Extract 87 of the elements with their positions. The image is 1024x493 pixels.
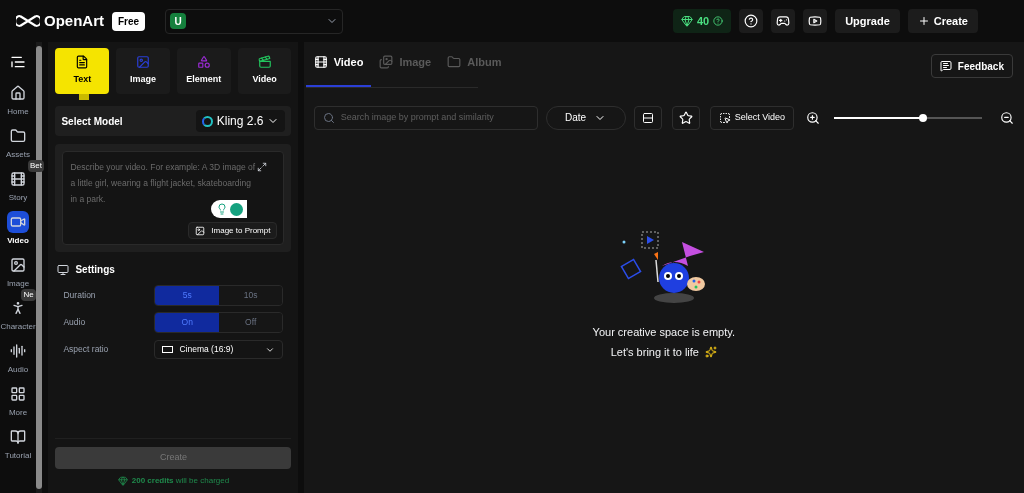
discord-button[interactable]	[771, 9, 796, 33]
audio-wave-icon[interactable]	[10, 343, 26, 359]
image-icon	[195, 225, 206, 236]
book-icon[interactable]	[10, 429, 26, 445]
setting-label: Duration	[63, 289, 97, 302]
shapes-icon	[196, 55, 211, 70]
sidebar-item[interactable]: Character	[0, 321, 36, 333]
image-to-prompt-button[interactable]: Image to Prompt	[188, 222, 278, 239]
setting-label: Aspect ratio	[63, 343, 110, 356]
credits-badge[interactable]: 40	[672, 9, 732, 33]
person-icon[interactable]	[10, 300, 26, 316]
model-logo-icon	[201, 115, 213, 127]
empty-state-title: Your creative space is empty.	[592, 324, 736, 340]
sidebar-badge: Ne	[21, 289, 36, 301]
search-field[interactable]: Search image by prompt and similarity	[313, 105, 538, 130]
prompt-input[interactable]: Describe your video. For example: A 3D image of a little girl, wearing a flight jacket, skateboarding in a park.	[70, 159, 260, 215]
slider-thumb[interactable]	[918, 113, 927, 122]
plus-icon	[917, 15, 930, 27]
gamepad-icon	[776, 14, 791, 28]
rows-icon	[641, 111, 654, 124]
logo-text: OpenArt	[44, 10, 104, 31]
tab-pointer-icon	[79, 94, 90, 100]
video-stack-icon	[313, 55, 328, 70]
search-icon	[322, 111, 335, 124]
select-model-label: Select Model	[61, 114, 123, 129]
folder-icon[interactable]	[10, 128, 26, 144]
sidebar-item[interactable]: Home	[7, 106, 29, 118]
video-button[interactable]	[803, 9, 828, 33]
film-reel-icon[interactable]	[10, 171, 26, 187]
help-button[interactable]	[739, 9, 764, 33]
rectangle-icon	[162, 346, 174, 353]
sidebar-item[interactable]: Story	[8, 192, 28, 204]
setting-label: Audio	[63, 316, 87, 329]
help-icon	[744, 14, 759, 28]
sidebar-item[interactable]: Assets	[6, 149, 30, 161]
settings-monitor-icon	[57, 263, 70, 276]
sparkles-icon	[704, 346, 717, 359]
create-button[interactable]: Create	[907, 9, 978, 33]
clapperboard-icon	[257, 55, 272, 70]
sidebar-item[interactable]: Video	[7, 235, 29, 247]
document-icon	[75, 55, 90, 70]
folder-icon	[447, 55, 462, 70]
model-dropdown[interactable]: Kling 2.6	[195, 110, 286, 132]
logo-icon	[16, 14, 40, 28]
home-icon[interactable]	[10, 85, 26, 101]
sidebar-item[interactable]: Audio	[7, 364, 29, 376]
grid-icon[interactable]	[10, 386, 26, 402]
diamond-icon	[117, 476, 128, 486]
zoom-slider[interactable]	[834, 116, 982, 119]
image-icon[interactable]	[10, 257, 26, 273]
zoom-out-icon[interactable]	[1000, 110, 1014, 125]
search-input[interactable]: Search image by prompt and similarity	[340, 110, 529, 125]
diamond-icon	[680, 15, 693, 27]
expand-icon[interactable]	[257, 162, 268, 172]
play-icon	[808, 14, 823, 28]
image-icon	[136, 55, 151, 70]
grammar-assistant-icon[interactable]	[211, 200, 248, 218]
workspace-selector[interactable]: U	[165, 8, 344, 34]
empty-state-subtitle: Let's bring it to life	[610, 345, 699, 360]
sidebar-item[interactable]: More	[8, 407, 28, 419]
sidebar-item[interactable]: Tutorial	[4, 450, 32, 462]
feedback-button[interactable]: Feedback	[930, 54, 1013, 78]
settings-title: Settings	[75, 263, 115, 277]
star-icon	[678, 110, 693, 125]
credits-count: 40	[696, 13, 710, 29]
sidebar-badge: Bet	[28, 160, 44, 172]
user-avatar: U	[170, 13, 187, 29]
mode-tab[interactable]: Element	[176, 48, 231, 94]
content-tab[interactable]: Video	[305, 54, 372, 87]
aspect-ratio-dropdown[interactable]: Cinema (16:9)	[154, 340, 284, 359]
selection-icon	[718, 111, 731, 124]
chat-bubble-icon	[939, 60, 952, 72]
upgrade-button[interactable]: Upgrade	[835, 9, 900, 33]
credits-note: 200 credits will be charged	[131, 475, 230, 487]
layout-button[interactable]	[633, 105, 662, 130]
image-icon	[379, 55, 394, 70]
help-icon	[713, 16, 724, 26]
prompt-field[interactable]: Describe your video. For example: A 3D image of a little girl, wearing a flight jacket, skateboarding in a park. Image to Prompt	[62, 151, 285, 245]
favorite-button[interactable]	[671, 105, 700, 130]
sidebar-item[interactable]: Image	[6, 278, 30, 290]
mode-tab[interactable]: Video	[237, 48, 292, 94]
plan-badge: Free	[112, 11, 146, 31]
video-camera-icon[interactable]	[10, 214, 26, 230]
mode-tab[interactable]: Image	[116, 48, 170, 94]
select-video-button[interactable]: Select Video	[709, 105, 794, 130]
collapse-menu-icon[interactable]	[10, 54, 26, 70]
zoom-in-icon[interactable]	[806, 110, 820, 125]
